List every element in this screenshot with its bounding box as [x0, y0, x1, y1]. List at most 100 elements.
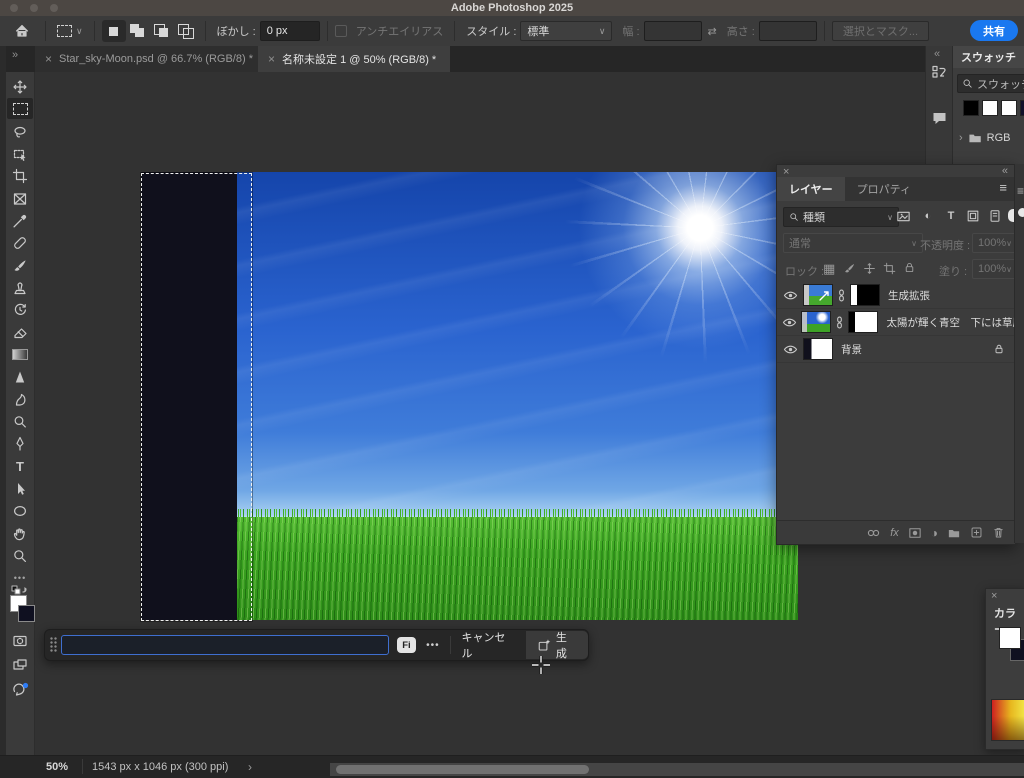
swatch-dark[interactable] [1020, 100, 1024, 116]
tab-properties[interactable]: プロパティ [845, 177, 923, 201]
filter-smart-objects-button[interactable] [985, 207, 1005, 225]
traffic-light-minimize[interactable] [30, 4, 38, 12]
tool-zoom[interactable] [7, 545, 33, 566]
share-button[interactable]: 共有 [970, 20, 1018, 41]
layer-thumbnail[interactable] [803, 284, 833, 306]
close-icon[interactable]: × [268, 52, 275, 66]
layer-thumbnail[interactable] [803, 338, 833, 360]
new-group-button[interactable] [947, 527, 961, 539]
tool-move[interactable] [7, 76, 33, 97]
mask-link-icon[interactable] [835, 315, 844, 330]
filter-shape-layers-button[interactable] [963, 207, 983, 225]
notifications-button[interactable] [7, 679, 33, 700]
lock-all-icon[interactable] [903, 261, 916, 274]
swatch-group-rgb[interactable]: › RGB [959, 132, 1024, 144]
tool-spot-healing-brush[interactable] [7, 232, 33, 253]
zoom-level[interactable]: 50% [46, 761, 68, 773]
tool-history-brush[interactable] [7, 299, 33, 320]
toolbar-expand-icon[interactable]: » [12, 49, 18, 61]
tool-eraser[interactable] [7, 322, 33, 343]
layer-name[interactable]: 生成拡張 [888, 288, 930, 303]
mask-link-icon[interactable] [837, 288, 846, 303]
horizontal-scrollbar-thumb[interactable] [336, 765, 589, 774]
filter-pixel-layers-button[interactable] [893, 207, 913, 225]
tab-untitled-1[interactable]: × 名称未設定 1 @ 50% (RGB/8) * [258, 46, 450, 72]
generate-button[interactable]: 生成 [526, 631, 588, 659]
layer-mask-thumbnail[interactable] [850, 284, 880, 306]
panel-menu-icon[interactable]: ≡ [991, 177, 1015, 201]
lock-transparency-icon[interactable]: ▦ [823, 261, 835, 277]
visibility-eye-icon[interactable] [777, 343, 803, 356]
swatch-black[interactable] [963, 100, 979, 116]
tool-preset[interactable]: ∨ [57, 25, 83, 37]
layer-row-generative-expand[interactable]: 生成拡張 [777, 282, 1015, 309]
tool-rectangular-marquee[interactable] [7, 98, 33, 119]
link-layers-button[interactable] [866, 527, 881, 539]
subtract-from-selection-button[interactable] [150, 20, 174, 42]
layer-mask-thumbnail[interactable] [848, 311, 878, 333]
tool-dodge[interactable] [7, 411, 33, 432]
color-spectrum-picker[interactable] [991, 699, 1024, 741]
home-button[interactable] [14, 23, 38, 39]
tool-eyedropper[interactable] [7, 210, 33, 231]
filter-adjustment-layers-button[interactable]: ◐ [918, 207, 938, 225]
more-options-button[interactable]: ••• [426, 640, 440, 651]
lock-artboard-icon[interactable] [883, 262, 896, 275]
add-mask-button[interactable] [908, 527, 922, 539]
layer-row-sky-grass[interactable]: 太陽が輝く青空 下には草原 [777, 309, 1015, 336]
intersect-selection-button[interactable] [174, 20, 198, 42]
swatches-tab[interactable]: スウォッチ [953, 46, 1024, 68]
tool-object-selection[interactable] [7, 143, 33, 164]
layer-thumbnail[interactable] [801, 311, 831, 333]
tool-lasso[interactable] [7, 121, 33, 142]
new-selection-button[interactable] [102, 20, 126, 42]
tool-type[interactable]: T [7, 456, 33, 477]
close-icon[interactable]: × [991, 590, 997, 602]
selection-marching-ants[interactable] [141, 173, 252, 621]
antialias-checkbox[interactable] [335, 25, 347, 37]
document-image[interactable] [237, 172, 798, 620]
screen-mode-button[interactable] [7, 654, 33, 675]
collapse-icon[interactable]: « [1002, 165, 1008, 177]
chevron-right-icon[interactable]: › [959, 132, 963, 144]
drag-handle[interactable] [50, 637, 57, 653]
adjustment-layer-button[interactable]: ◑ [931, 526, 938, 540]
tool-crop[interactable] [7, 165, 33, 186]
foreground-color-swatch[interactable] [999, 627, 1021, 649]
style-dropdown[interactable]: 標準 ∨ [520, 21, 612, 41]
tool-clone-stamp[interactable] [7, 277, 33, 298]
panel-menu-icon[interactable]: ≡ [1017, 184, 1024, 198]
visibility-eye-icon[interactable] [777, 289, 803, 302]
tool-hand[interactable] [7, 523, 33, 544]
swatch-white-2[interactable] [1001, 100, 1017, 116]
collapse-panels-icon[interactable]: « [934, 48, 940, 60]
tool-sharpen[interactable] [7, 366, 33, 387]
tool-brush[interactable] [7, 255, 33, 276]
traffic-light-close[interactable] [10, 4, 18, 12]
filter-type-layers-button[interactable]: T [941, 207, 961, 225]
traffic-light-zoom[interactable] [50, 4, 58, 12]
quick-mask-button[interactable] [7, 630, 33, 651]
layer-name[interactable]: 太陽が輝く青空 下には草原 [886, 315, 1015, 330]
cancel-button[interactable]: キャンセル [451, 631, 526, 659]
tool-pen[interactable] [7, 433, 33, 454]
background-color-swatch[interactable] [18, 605, 35, 622]
version-history-button[interactable] [931, 64, 948, 81]
tool-smudge[interactable] [7, 389, 33, 410]
add-to-selection-button[interactable] [126, 20, 150, 42]
swatch-search-input[interactable]: スウォッチ [957, 74, 1024, 93]
layer-style-button[interactable]: fx [890, 527, 899, 539]
layer-filter-search[interactable]: 種類 ∨ [783, 207, 899, 227]
status-chevron-icon[interactable]: › [248, 760, 252, 774]
tab-layers[interactable]: レイヤー [777, 177, 845, 201]
delete-layer-button[interactable] [992, 526, 1005, 539]
generative-prompt-input[interactable] [61, 635, 389, 655]
tool-path-selection[interactable] [7, 478, 33, 499]
layer-row-background[interactable]: 背景 [777, 336, 1015, 363]
lock-pixels-icon[interactable] [843, 262, 856, 275]
tool-frame[interactable] [7, 188, 33, 209]
layer-name[interactable]: 背景 [841, 342, 862, 357]
new-layer-button[interactable] [970, 526, 983, 539]
feather-input[interactable]: 0 px [260, 21, 320, 41]
tab-star-sky-moon[interactable]: × Star_sky-Moon.psd @ 66.7% (RGB/8) * [35, 46, 278, 72]
